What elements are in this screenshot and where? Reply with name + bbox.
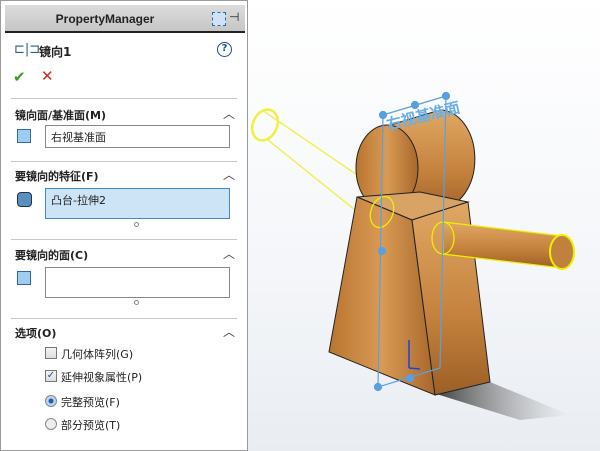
collapse-faces-icon[interactable]: ︿	[223, 245, 235, 262]
collapse-features-icon[interactable]: ︿	[223, 166, 235, 183]
auto-size-icon[interactable]	[212, 12, 226, 26]
collapse-options-icon[interactable]: ︿	[223, 323, 235, 340]
full-preview-label: 完整预览(F)	[61, 396, 120, 409]
partial-preview-radio[interactable]	[45, 418, 57, 430]
property-manager-header: PropertyManager ⊣	[5, 5, 245, 33]
full-preview-radio[interactable]	[45, 395, 57, 407]
section-mirror-plane-title: 镜向面/基准面(M)	[15, 109, 107, 122]
cancel-button[interactable]: ✕	[41, 67, 54, 85]
features-icon	[17, 192, 32, 207]
geometry-pattern-checkbox[interactable]	[45, 347, 57, 359]
section-options-title: 选项(O)	[15, 327, 57, 340]
features-list[interactable]: 凸台-拉伸2	[45, 188, 230, 219]
faces-list[interactable]	[45, 267, 230, 298]
section-faces-title: 要镜向的面(C)	[15, 249, 89, 262]
propagate-visual-label: 延伸视象属性(P)	[61, 371, 143, 384]
plane-face-icon	[17, 129, 31, 143]
geometry-pattern-label: 几何体阵列(G)	[61, 348, 134, 361]
mirror-feature-icon: ⊏|⊐	[14, 42, 41, 57]
help-icon[interactable]: ?	[217, 42, 232, 57]
feature-name: 镜向1	[39, 45, 72, 59]
features-resize-handle[interactable]	[134, 222, 139, 227]
faces-resize-handle[interactable]	[134, 300, 139, 305]
partial-preview-label: 部分预览(T)	[61, 419, 121, 432]
property-manager: PropertyManager ⊣ ⊏|⊐ 镜向1 ? ✔ ✕ 镜向面/基准面(…	[0, 0, 248, 451]
pin-icon[interactable]: ⊣	[229, 10, 239, 24]
mirror-plane-field[interactable]: 右视基准面	[45, 125, 230, 148]
section-features-title: 要镜向的特征(F)	[15, 170, 99, 183]
propagate-visual-checkbox[interactable]: ✓	[45, 370, 57, 382]
property-manager-title: PropertyManager	[55, 12, 155, 26]
collapse-mirror-plane-icon[interactable]: ︿	[223, 105, 235, 122]
ok-button[interactable]: ✔	[13, 68, 26, 86]
faces-icon	[17, 271, 31, 285]
